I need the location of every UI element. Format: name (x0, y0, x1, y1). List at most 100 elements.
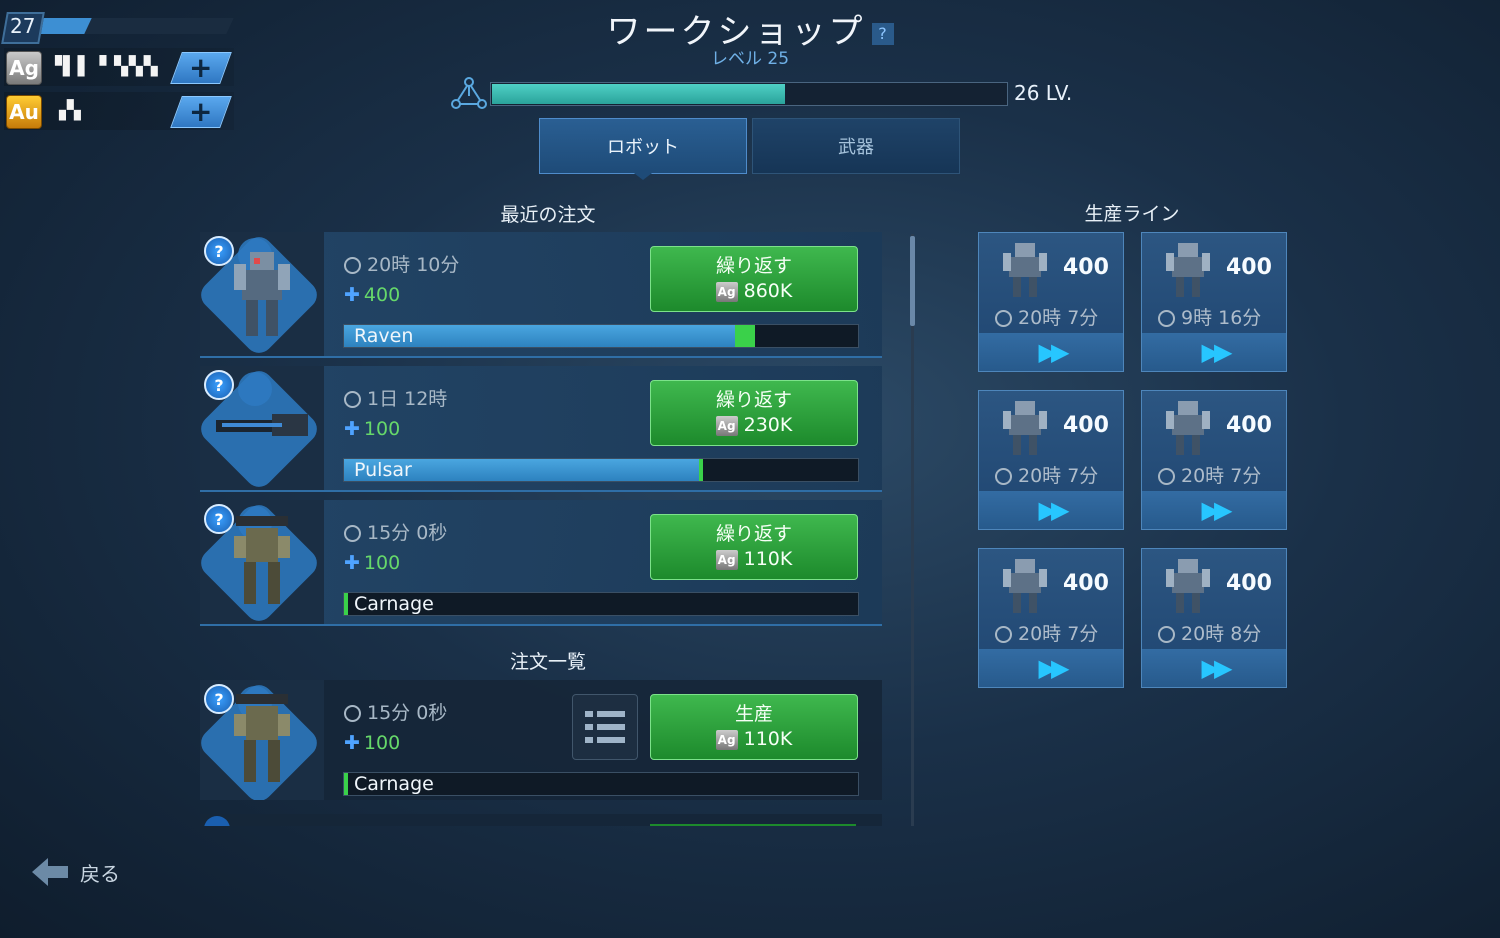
robot-icon (1166, 559, 1210, 613)
order-item-name: Carnage (354, 593, 434, 615)
silver-currency-icon: Ag (715, 281, 738, 302)
production-line-title: 生産ライン (1084, 203, 1180, 225)
scrollbar-thumb[interactable] (910, 236, 915, 326)
recent-order-card: ? 20時 10分 ✚ 400 Raven 繰り返す Ag 860K (200, 232, 882, 358)
timer-icon (344, 525, 361, 542)
production-slot[interactable]: 400 20時 7分 ▶▶ (978, 232, 1124, 372)
pulsar-weapon-icon (216, 414, 308, 436)
back-label: 戻る (80, 861, 120, 886)
produce-button[interactable]: 生産 Ag 110K (650, 694, 858, 760)
repeat-order-button[interactable]: 繰り返す Ag 860K (650, 246, 858, 312)
timer-icon (1158, 626, 1175, 643)
production-slot[interactable]: 400 20時 7分 ▶▶ (978, 390, 1124, 530)
workshop-network-icon (451, 77, 487, 109)
order-points-value: 400 (363, 284, 401, 306)
speed-up-button[interactable]: ▶▶ (1142, 333, 1286, 371)
puzzle-icon: ✚ (344, 732, 360, 754)
order-progress-marker (344, 593, 348, 615)
robot-icon (1003, 243, 1047, 297)
timer-icon (1158, 468, 1175, 485)
slot-time-value: 20時 8分 (1181, 623, 1262, 645)
next-level-label: 26 LV. (1014, 81, 1073, 105)
order-progress-bar: Carnage (343, 772, 859, 796)
robot-thumbnail: ? (200, 680, 324, 800)
order-time-value: 20時 10分 (367, 254, 460, 276)
production-slot[interactable]: 400 20時 7分 ▶▶ (1141, 390, 1287, 530)
speed-up-button[interactable]: ▶▶ (979, 333, 1123, 371)
fast-forward-icon: ▶▶ (1201, 338, 1233, 366)
slot-time: 20時 8分 (1158, 619, 1261, 646)
order-item-name: Raven (354, 325, 414, 347)
price-value: 110K (743, 728, 793, 750)
workshop-progress-fill (492, 84, 785, 104)
timer-icon (344, 257, 361, 274)
item-info-button[interactable]: ? (204, 684, 234, 714)
item-info-button[interactable]: ? (204, 236, 234, 266)
slot-time: 20時 7分 (995, 619, 1098, 646)
speed-up-button[interactable]: ▶▶ (979, 649, 1123, 687)
order-progress-bar: Raven (343, 324, 859, 348)
back-button[interactable]: 戻る (30, 854, 120, 890)
order-item-name: Carnage (354, 773, 434, 795)
production-slot[interactable]: 400 20時 7分 ▶▶ (978, 548, 1124, 688)
order-time: 20時 10分 (344, 250, 459, 277)
add-gold-button[interactable]: + (170, 95, 232, 128)
slot-points: 400 (1063, 571, 1109, 596)
tab-robots[interactable]: ロボット (539, 118, 747, 174)
price-value: 230K (743, 414, 793, 436)
order-progress-marker (735, 325, 755, 347)
production-slot[interactable]: 400 9時 16分 ▶▶ (1141, 232, 1287, 372)
slot-time-value: 20時 7分 (1018, 623, 1099, 645)
puzzle-icon: ✚ (344, 284, 360, 306)
timer-icon (344, 391, 361, 408)
fast-forward-icon: ▶▶ (1201, 496, 1233, 524)
recent-order-card: ? 15分 0秒 ✚ 100 Carnage 繰り返す Ag 110K (200, 500, 882, 626)
carnage-robot-icon (234, 694, 290, 782)
speed-up-button[interactable]: ▶▶ (979, 491, 1123, 529)
order-list-title: 注文一覧 (509, 651, 586, 673)
slot-points: 400 (1226, 413, 1272, 438)
repeat-button-label: 繰り返す (715, 389, 792, 411)
timer-icon (995, 626, 1012, 643)
help-button[interactable]: ? (871, 22, 894, 45)
production-slot[interactable]: 400 20時 8分 ▶▶ (1141, 548, 1287, 688)
speed-up-button[interactable]: ▶▶ (1142, 649, 1286, 687)
active-tab-pointer (630, 170, 656, 180)
order-points: ✚ 100 (344, 552, 400, 574)
item-info-button[interactable]: ? (204, 370, 234, 400)
carnage-robot-icon (234, 516, 290, 604)
item-info-button[interactable]: ? (204, 504, 234, 534)
slot-points: 400 (1063, 255, 1109, 280)
gold-balance-row: Au ▗▚ + (4, 92, 234, 130)
produce-button-label: 生産 (734, 703, 773, 725)
speed-up-button[interactable]: ▶▶ (1142, 491, 1286, 529)
repeat-order-button[interactable]: 繰り返す Ag 230K (650, 380, 858, 446)
gold-amount: ▗▚ (52, 100, 82, 121)
item-info-button[interactable] (204, 816, 230, 826)
component-list-button[interactable] (572, 694, 638, 760)
fast-forward-icon: ▶▶ (1038, 654, 1070, 682)
silver-currency-icon: Ag (715, 415, 738, 436)
produce-button[interactable] (650, 824, 856, 826)
order-item-name: Pulsar (354, 459, 412, 481)
puzzle-icon: ✚ (344, 418, 360, 440)
workshop-level: レベル 25 (710, 49, 790, 69)
slot-points: 400 (1226, 255, 1272, 280)
slot-time: 20時 7分 (1158, 461, 1261, 488)
back-arrow-icon (32, 858, 68, 886)
puzzle-icon: ✚ (344, 552, 360, 574)
repeat-order-button[interactable]: 繰り返す Ag 110K (650, 514, 858, 580)
timer-icon (1158, 310, 1175, 327)
order-list-card: ? 15分 0秒 ✚ 100 Carnage 生産 Ag 110K (200, 680, 882, 800)
tab-weapons[interactable]: 武器 (752, 118, 960, 174)
order-time-value: 1日 12時 (367, 388, 448, 410)
repeat-button-price: Ag 230K (651, 414, 857, 436)
timer-icon (995, 468, 1012, 485)
slot-time: 20時 7分 (995, 461, 1098, 488)
robot-icon (1003, 401, 1047, 455)
timer-icon (995, 310, 1012, 327)
order-time-value: 15分 0秒 (367, 522, 448, 544)
order-time: 15分 0秒 (344, 518, 447, 545)
silver-currency-icon: Ag (715, 729, 738, 750)
recent-orders-title: 最近の注文 (500, 204, 596, 226)
